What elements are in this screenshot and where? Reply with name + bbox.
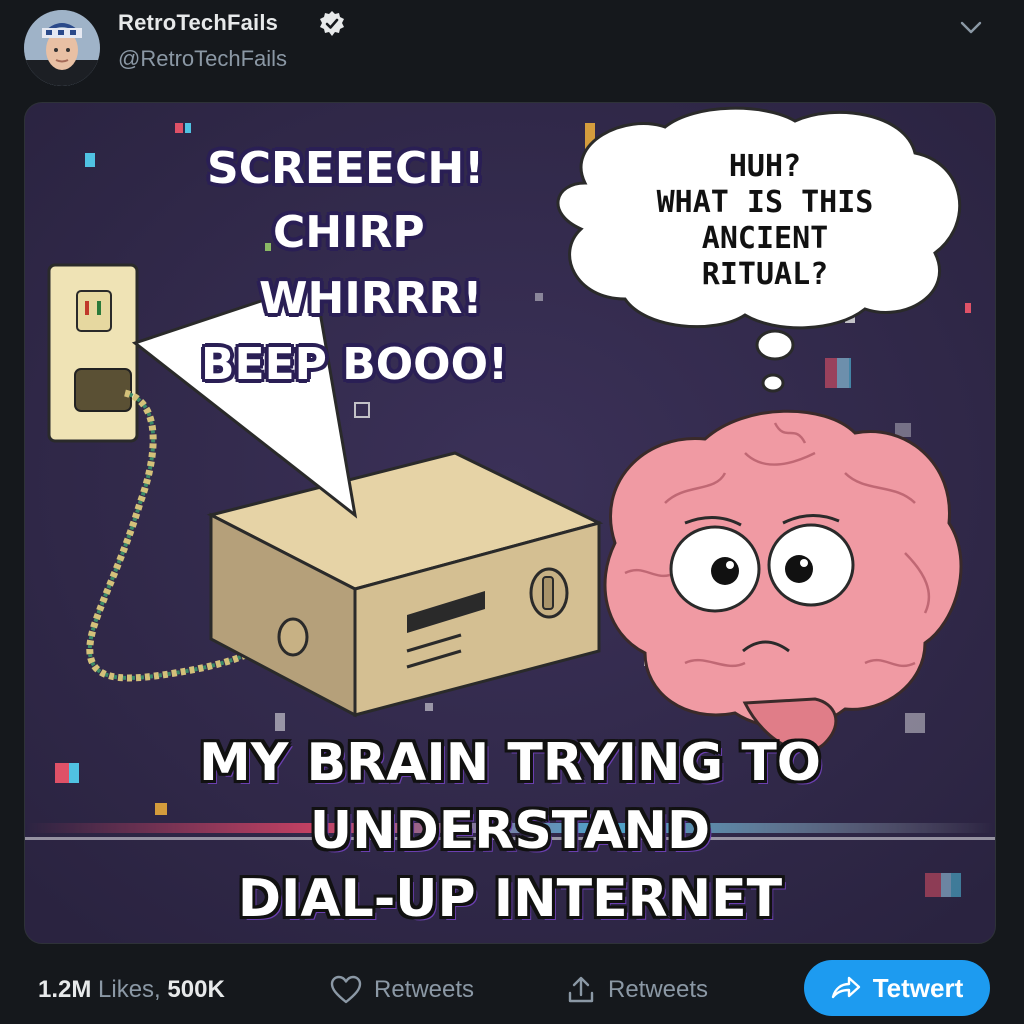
caption-line-3: DIAL-UP INTERNET	[237, 869, 783, 929]
display-name[interactable]: RetroTechFails	[118, 10, 278, 36]
caption-line-2: UNDERSTAND	[309, 801, 711, 861]
thought-line-4: RITUAL?	[701, 257, 829, 292]
like-action-label: Retweets	[374, 976, 475, 1003]
share-action[interactable]: Retweets	[566, 970, 708, 1010]
share-icon	[568, 976, 594, 1003]
likes-count: 1.2M	[38, 976, 92, 1003]
engagement-stats: 1.2M Likes, 500K	[38, 976, 225, 1004]
retweet-arrow-icon	[831, 976, 860, 999]
sound-line-4: BEEP BOOO!	[201, 339, 509, 390]
heart-icon	[330, 975, 362, 1004]
sound-line-2: CHIRP	[273, 207, 425, 258]
verified-icon	[318, 10, 346, 38]
action-bar: 1.2M Likes, 500K Retweets Retweets Tetwe…	[0, 950, 1024, 1024]
share-action-label: Retweets	[608, 976, 709, 1003]
thought-line-1: HUH?	[728, 149, 802, 184]
avatar[interactable]	[24, 10, 100, 86]
likes-label: Likes,	[98, 976, 161, 1003]
thought-text: HUH? WHAT IS THIS ANCIENT RITUAL?	[585, 149, 945, 293]
tweet-media[interactable]: SCREEECH! CHIRP WHIRRR! BEEP BOOO! HUH? …	[24, 102, 996, 944]
caption-line-1: MY BRAIN TRYING TO	[198, 733, 822, 793]
thought-line-2: WHAT IS THIS	[656, 185, 874, 220]
like-action[interactable]: Retweets	[330, 970, 474, 1010]
sound-line-1: SCREEECH!	[207, 143, 485, 194]
chevron-down-icon[interactable]	[958, 14, 984, 40]
tweet-header: RetroTechFails @RetroTechFails	[0, 0, 1024, 100]
retweets-count: 500K	[167, 976, 225, 1003]
wall-outlet	[47, 263, 139, 443]
thought-line-3: ANCIENT	[701, 221, 829, 256]
retweet-button[interactable]: Tetwert	[804, 960, 990, 1016]
retweet-button-label: Tetwert	[872, 972, 964, 1003]
handle[interactable]: @RetroTechFails	[118, 46, 287, 72]
sound-line-3: WHIRRR!	[259, 273, 483, 324]
